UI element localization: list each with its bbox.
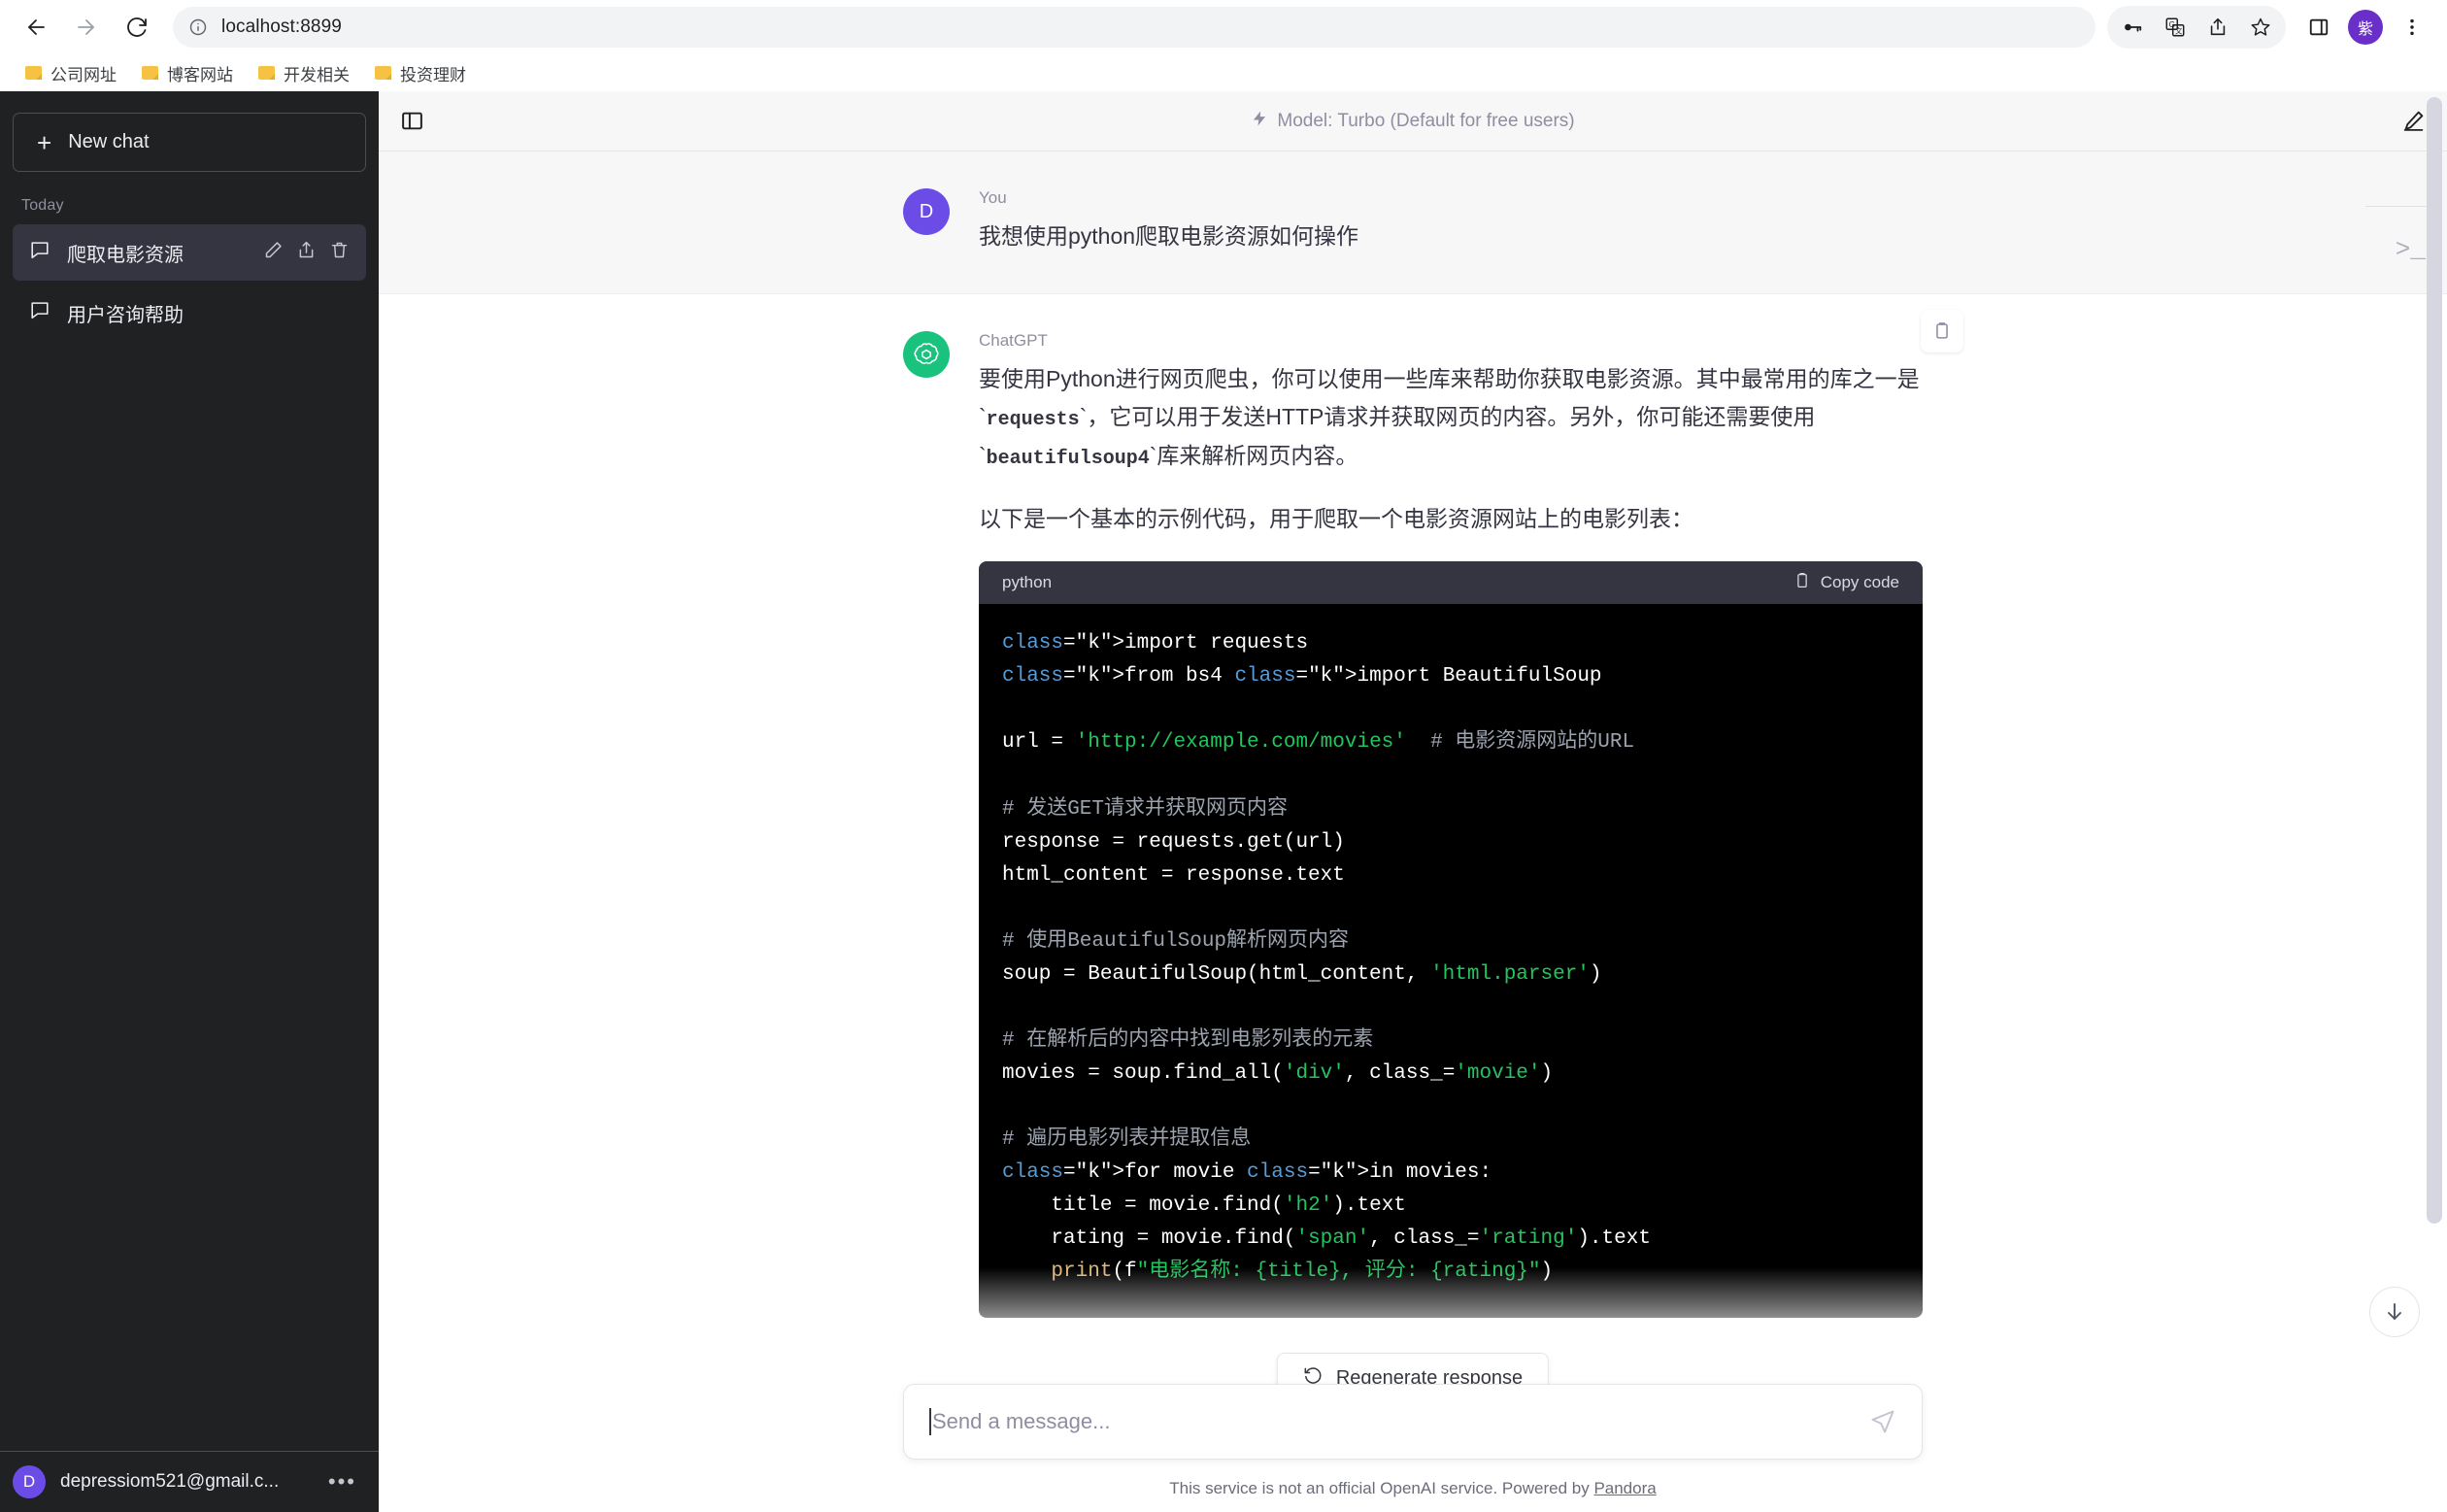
- copy-code-button[interactable]: Copy code: [1793, 572, 1899, 594]
- pandora-link[interactable]: Pandora: [1593, 1479, 1656, 1497]
- message-text: 我想使用python爬取电影资源如何操作: [979, 223, 1359, 249]
- footer-note-text: This service is not an official OpenAI s…: [1169, 1479, 1594, 1497]
- key-icon[interactable]: [2111, 6, 2154, 49]
- account-email: depressiom521@gmail.c...: [60, 1471, 280, 1492]
- assistant-message: ChatGPT 要使用Python进行网页爬虫，你可以使用一些库来帮助你获取电影…: [379, 293, 2447, 1355]
- address-bar[interactable]: localhost:8899: [173, 7, 2095, 48]
- copy-code-label: Copy code: [1820, 573, 1899, 592]
- browser-toolbar: localhost:8899 G文 紫: [0, 0, 2447, 54]
- toolbar-right-icons: G文 紫: [2107, 6, 2433, 49]
- bookmark-item[interactable]: 博客网站: [132, 56, 243, 90]
- composer-area: Send a message... This service is not an…: [379, 1384, 2447, 1512]
- message-input-wrapper[interactable]: Send a message...: [929, 1408, 1869, 1435]
- share-icon[interactable]: [296, 240, 317, 266]
- avatar: [903, 330, 950, 378]
- compose-icon[interactable]: [2401, 109, 2426, 133]
- account-avatar: D: [13, 1465, 46, 1498]
- model-label: Model: Turbo (Default for free users): [1277, 110, 1575, 131]
- sidebar-account-row[interactable]: D depressiom521@gmail.c... •••: [0, 1451, 379, 1512]
- folder-icon: [142, 66, 158, 80]
- plus-icon: +: [37, 127, 52, 157]
- share-icon[interactable]: [2196, 6, 2239, 49]
- chat-item-title: 爬取电影资源: [67, 244, 184, 266]
- navigation-buttons: [14, 5, 159, 50]
- site-info-icon[interactable]: [188, 17, 208, 37]
- sidebar-section-today: Today: [21, 197, 64, 214]
- message-inner: D You 我想使用python爬取电影资源如何操作: [903, 151, 1923, 293]
- bookmark-star-icon[interactable]: [2239, 6, 2282, 49]
- folder-icon: [25, 66, 42, 80]
- code-block-content[interactable]: class="k">import requests class="k">from…: [979, 604, 1923, 1318]
- sidebar-chat-item-active[interactable]: 爬取电影资源: [13, 224, 366, 281]
- bookmark-label: 开发相关: [284, 65, 350, 84]
- scroll-to-bottom-button[interactable]: [2369, 1287, 2420, 1337]
- profile-avatar[interactable]: 紫: [2348, 10, 2383, 45]
- message-role: ChatGPT: [979, 330, 1048, 350]
- message-role: You: [979, 188, 1007, 207]
- chat-main: Model: Turbo (Default for free users) D …: [379, 91, 2447, 1512]
- user-message: D You 我想使用python爬取电影资源如何操作: [379, 151, 2447, 294]
- clipboard-icon: [1793, 572, 1811, 594]
- scrollbar-thumb[interactable]: [2427, 97, 2442, 1224]
- new-chat-button[interactable]: + New chat: [13, 113, 366, 172]
- code-block: python Copy code class="k">import reques…: [979, 561, 1923, 1318]
- send-paperplane-icon[interactable]: [1869, 1408, 1896, 1435]
- page-content: + New chat Today 爬取电影资源 用户咨询帮助 D depress…: [0, 91, 2447, 1512]
- chat-item-title: 用户咨询帮助: [67, 304, 184, 326]
- model-label-container: Model: Turbo (Default for free users): [379, 110, 2447, 133]
- delete-icon[interactable]: [329, 240, 350, 266]
- chat-item-actions: [263, 240, 350, 266]
- footer-note: This service is not an official OpenAI s…: [1169, 1479, 1656, 1498]
- translate-icon[interactable]: G文: [2154, 6, 2196, 49]
- address-bar-url: localhost:8899: [221, 17, 342, 37]
- message-body: ChatGPT 要使用Python进行网页爬虫，你可以使用一些库来帮助你获取电影…: [979, 331, 1923, 1318]
- bookmark-label: 投资理财: [400, 65, 466, 84]
- bookmarks-bar: 公司网址 博客网站 开发相关 投资理财: [0, 54, 2447, 91]
- assistant-paragraph-1: 要使用Python进行网页爬虫，你可以使用一些库来帮助你获取电影资源。其中最常用…: [979, 360, 1923, 477]
- folder-icon: [258, 66, 275, 80]
- panel-toggle-icon[interactable]: [400, 109, 424, 133]
- chat-header: Model: Turbo (Default for free users): [379, 91, 2447, 151]
- chat-bubble-icon: [29, 239, 50, 266]
- edit-icon[interactable]: [263, 240, 284, 266]
- inline-code-requests: requests: [986, 409, 1080, 432]
- message-inner: ChatGPT 要使用Python进行网页爬虫，你可以使用一些库来帮助你获取电影…: [903, 294, 1963, 1355]
- bookmark-item[interactable]: 投资理财: [365, 56, 476, 90]
- bookmark-item[interactable]: 公司网址: [16, 56, 126, 90]
- new-chat-label: New chat: [68, 131, 150, 152]
- copy-message-button[interactable]: [1921, 309, 1963, 353]
- page-scrollbar[interactable]: [2424, 97, 2445, 1512]
- message-input-container[interactable]: Send a message...: [903, 1384, 1923, 1460]
- folder-icon: [375, 66, 391, 80]
- svg-text:文: 文: [2175, 26, 2183, 35]
- avatar: D: [903, 188, 950, 235]
- assistant-paragraph-2: 以下是一个基本的示例代码，用于爬取一个电影资源网站上的电影列表：: [979, 505, 1693, 531]
- message-body: You 我想使用python爬取电影资源如何操作: [979, 188, 1923, 256]
- chat-bubble-icon: [29, 299, 50, 326]
- terminal-icon[interactable]: >_: [2396, 235, 2426, 264]
- chat-history-list: 爬取电影资源 用户咨询帮助: [0, 224, 379, 341]
- back-button[interactable]: [14, 5, 58, 50]
- forward-button[interactable]: [64, 5, 109, 50]
- reload-button[interactable]: [115, 5, 159, 50]
- bolt-icon: [1251, 110, 1268, 133]
- code-language-label: python: [1002, 573, 1053, 592]
- bookmark-item[interactable]: 开发相关: [249, 56, 359, 90]
- side-panel-icon[interactable]: [2297, 6, 2340, 49]
- code-block-header: python Copy code: [979, 561, 1923, 605]
- text-caret: [929, 1408, 931, 1435]
- chat-sidebar: + New chat Today 爬取电影资源 用户咨询帮助 D depress…: [0, 91, 379, 1512]
- inline-code-bs4: beautifulsoup4: [986, 448, 1150, 471]
- browser-window: localhost:8899 G文 紫 公司网址 博客网站 开发相关 投资理财 …: [0, 0, 2447, 1512]
- message-input-placeholder: Send a message...: [932, 1409, 1111, 1433]
- toolbar-pill-group: G文: [2107, 6, 2286, 49]
- sidebar-chat-item[interactable]: 用户咨询帮助: [13, 285, 366, 341]
- bookmark-label: 公司网址: [50, 65, 117, 84]
- para-text-c: `库来解析网页内容。: [1149, 443, 1358, 469]
- account-more-icon[interactable]: •••: [328, 1469, 366, 1495]
- bookmark-label: 博客网站: [167, 65, 233, 84]
- message-thread[interactable]: D You 我想使用python爬取电影资源如何操作 ChatGPT 要使用Py…: [379, 151, 2447, 1384]
- more-menu-icon[interactable]: [2391, 6, 2433, 49]
